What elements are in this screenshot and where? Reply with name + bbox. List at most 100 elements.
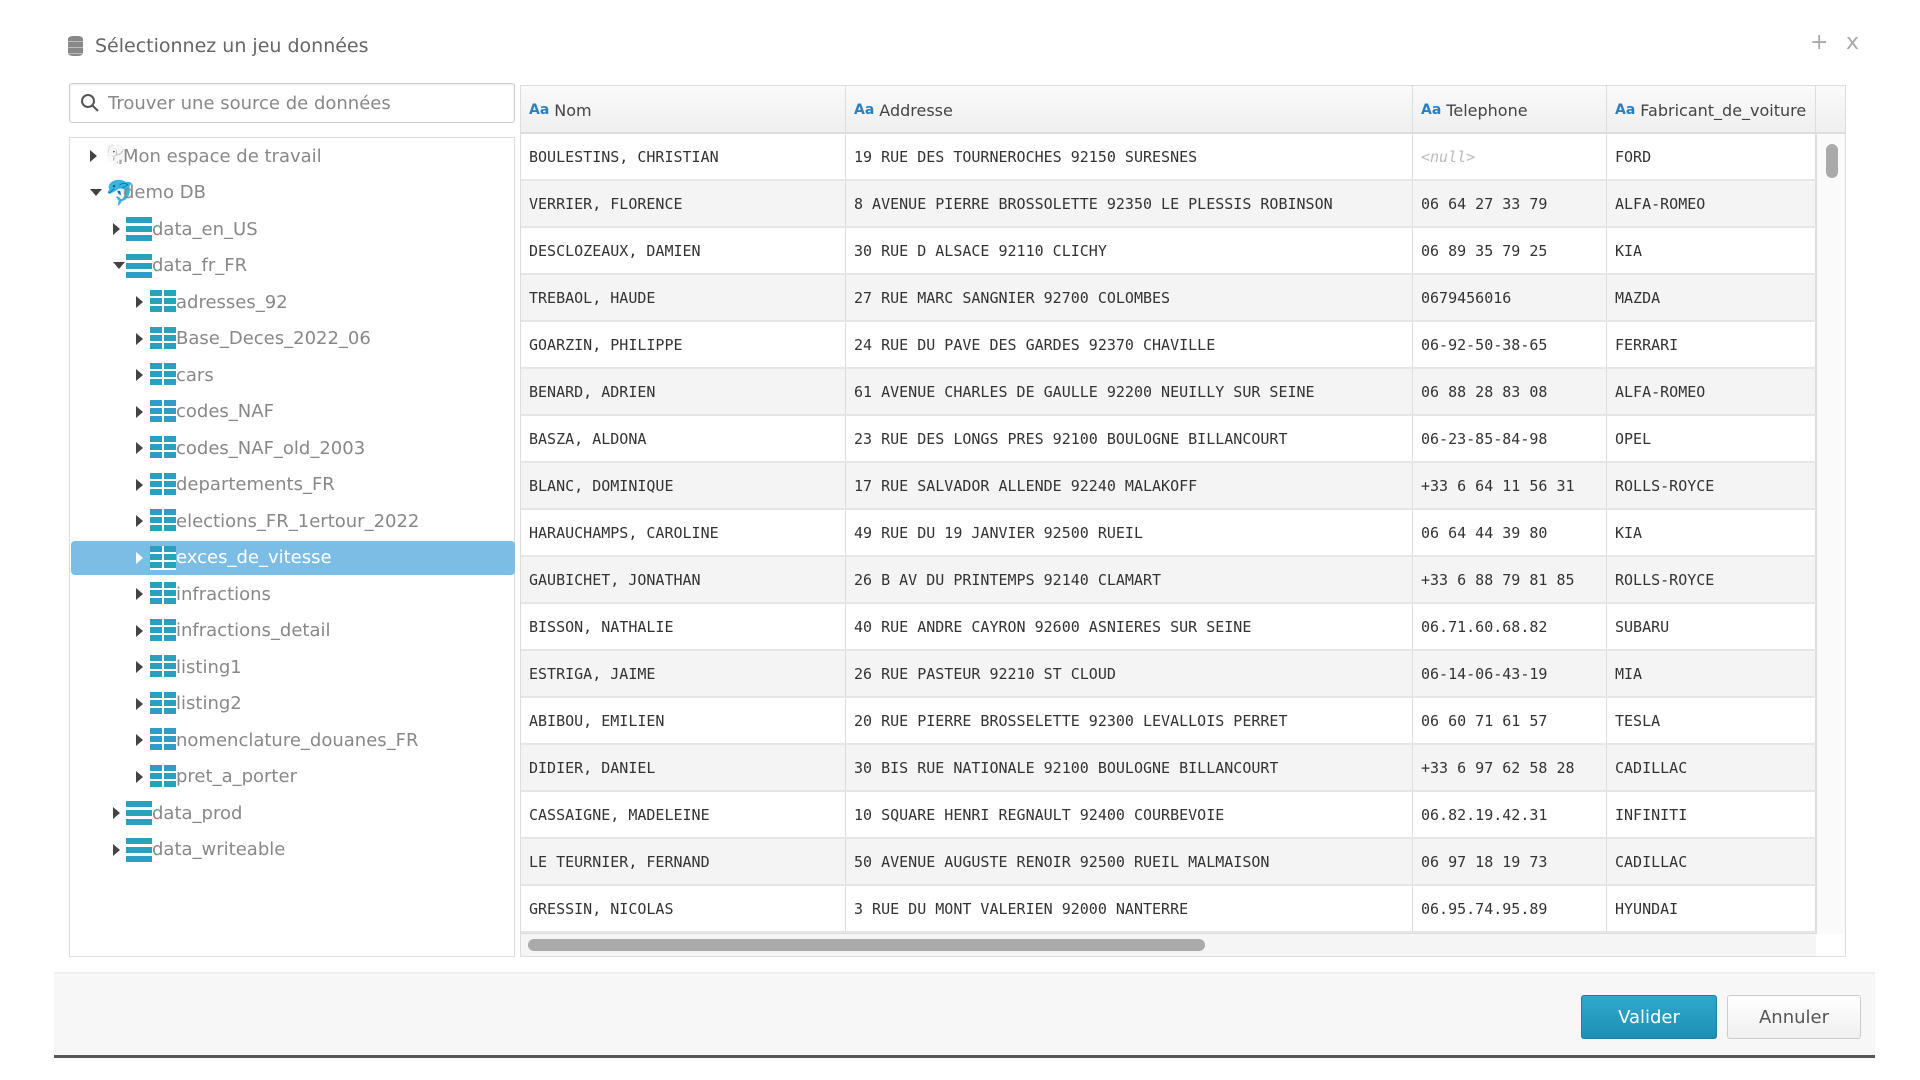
table-row[interactable]: BOULESTINS, CHRISTIAN 19 RUE DES TOURNERO…: [521, 134, 1816, 181]
tree-item-listing2[interactable]: listing2: [71, 687, 515, 721]
tree-item-data-en-us[interactable]: data_en_US: [71, 212, 515, 246]
table-row[interactable]: DIDIER, DANIEL 30 BIS RUE NATIONALE 92100…: [521, 745, 1816, 792]
caret-down-icon[interactable]: [113, 262, 125, 269]
tree-item-adresses-92[interactable]: adresses_92: [71, 285, 515, 319]
table-cell[interactable]: KIA: [1607, 228, 1816, 273]
tree-item-data-prod[interactable]: data_prod: [71, 796, 515, 830]
table-row[interactable]: LE TEURNIER, FERNAND 50 AVENUE AUGUSTE RE…: [521, 839, 1816, 886]
table-cell[interactable]: ESTRIGA, JAIME: [521, 651, 846, 696]
tree-item-base-deces-2022-06[interactable]: Base_Deces_2022_06: [71, 322, 515, 356]
table-cell[interactable]: GOARZIN, PHILIPPE: [521, 322, 846, 367]
table-row[interactable]: HARAUCHAMPS, CAROLINE 49 RUE DU 19 JANVIE…: [521, 510, 1816, 557]
caret-right-icon[interactable]: [136, 369, 143, 381]
table-cell[interactable]: 30 BIS RUE NATIONALE 92100 BOULOGNE BILL…: [846, 745, 1413, 790]
caret-right-icon[interactable]: [136, 551, 143, 564]
table-cell[interactable]: CADILLAC: [1607, 745, 1816, 790]
caret-right-icon[interactable]: [136, 405, 143, 418]
table-cell[interactable]: FERRARI: [1607, 322, 1816, 367]
table-cell[interactable]: ABIBOU, EMILIEN: [521, 698, 846, 743]
table-cell[interactable]: ALFA-ROMEO: [1607, 369, 1816, 414]
column-header-fabricant_de_voiture[interactable]: Aa Fabricant_de_voiture: [1607, 86, 1816, 134]
table-cell[interactable]: 06-92-50-38-65: [1413, 322, 1607, 367]
table-cell[interactable]: MAZDA: [1607, 275, 1816, 320]
table-row[interactable]: TREBAOL, HAUDE 27 RUE MARC SANGNIER 92700…: [521, 275, 1816, 322]
table-cell[interactable]: 26 RUE PASTEUR 92210 ST CLOUD: [846, 651, 1413, 696]
table-row[interactable]: BASZA, ALDONA 23 RUE DES LONGS PRES 92100…: [521, 416, 1816, 463]
tree-item-data-writeable[interactable]: data_writeable: [71, 833, 515, 867]
table-cell[interactable]: BOULESTINS, CHRISTIAN: [521, 134, 846, 179]
table-cell[interactable]: 06 89 35 79 25: [1413, 228, 1607, 273]
table-cell[interactable]: FORD: [1607, 134, 1816, 179]
table-cell[interactable]: ROLLS-ROYCE: [1607, 557, 1816, 602]
table-cell[interactable]: 06 88 28 83 08: [1413, 369, 1607, 414]
tree-item-nomenclature-douanes-fr[interactable]: nomenclature_douanes_FR: [71, 723, 515, 757]
table-cell[interactable]: BENARD, ADRIEN: [521, 369, 846, 414]
table-row[interactable]: BLANC, DOMINIQUE 17 RUE SALVADOR ALLENDE …: [521, 463, 1816, 510]
table-cell[interactable]: 26 B AV DU PRINTEMPS 92140 CLAMART: [846, 557, 1413, 602]
table-cell[interactable]: 06.82.19.42.31: [1413, 792, 1607, 837]
caret-right-icon[interactable]: [136, 661, 143, 673]
tree-item-elections-fr-1ertour-2022[interactable]: elections_FR_1ertour_2022: [71, 504, 515, 538]
table-cell[interactable]: BASZA, ALDONA: [521, 416, 846, 461]
search-input[interactable]: [108, 92, 488, 114]
caret-right-icon[interactable]: [136, 296, 143, 308]
vertical-scroll-thumb[interactable]: [1826, 144, 1838, 178]
cancel-button[interactable]: Annuler: [1727, 995, 1861, 1039]
column-header-telephone[interactable]: Aa Telephone: [1413, 86, 1607, 134]
tree-item-exces-de-vitesse[interactable]: exces_de_vitesse: [71, 540, 515, 575]
table-cell[interactable]: GRESSIN, NICOLAS: [521, 886, 846, 931]
caret-right-icon[interactable]: [136, 478, 143, 491]
table-cell[interactable]: 20 RUE PIERRE BROSSELETTE 92300 LEVALLOI…: [846, 698, 1413, 743]
table-cell[interactable]: 06 97 18 19 73: [1413, 839, 1607, 884]
tree-item-mon-espace-de-travail[interactable]: 🐘 Mon espace de travail: [71, 139, 515, 173]
table-row[interactable]: GRESSIN, NICOLAS 3 RUE DU MONT VALERIEN 9…: [521, 886, 1816, 933]
table-row[interactable]: BISSON, NATHALIE 40 RUE ANDRE CAYRON 9260…: [521, 604, 1816, 651]
validate-button[interactable]: Valider: [1581, 995, 1717, 1039]
table-cell[interactable]: BLANC, DOMINIQUE: [521, 463, 846, 508]
table-cell[interactable]: 10 SQUARE HENRI REGNAULT 92400 COURBEVOI…: [846, 792, 1413, 837]
table-cell[interactable]: DESCLOZEAUX, DAMIEN: [521, 228, 846, 273]
table-cell[interactable]: CASSAIGNE, MADELEINE: [521, 792, 846, 837]
column-header-addresse[interactable]: Aa Addresse: [846, 86, 1413, 134]
table-cell[interactable]: DIDIER, DANIEL: [521, 745, 846, 790]
table-row[interactable]: CASSAIGNE, MADELEINE 10 SQUARE HENRI REGN…: [521, 792, 1816, 839]
horizontal-scroll-thumb[interactable]: [528, 939, 1205, 951]
vertical-scrollbar[interactable]: [1816, 134, 1845, 934]
tree-item-infractions[interactable]: infractions: [71, 577, 515, 611]
tree-item-data-fr-fr[interactable]: data_fr_FR: [71, 249, 515, 283]
table-row[interactable]: ESTRIGA, JAIME 26 RUE PASTEUR 92210 ST CL…: [521, 651, 1816, 698]
caret-right-icon[interactable]: [136, 697, 143, 710]
caret-right-icon[interactable]: [113, 843, 120, 856]
caret-right-icon[interactable]: [136, 515, 143, 527]
table-cell[interactable]: 06-14-06-43-19: [1413, 651, 1607, 696]
table-cell[interactable]: 06 60 71 61 57: [1413, 698, 1607, 743]
table-cell[interactable]: 06.95.74.95.89: [1413, 886, 1607, 931]
tree-item-codes-naf[interactable]: codes_NAF: [71, 395, 515, 429]
close-button[interactable]: x: [1846, 30, 1859, 55]
table-cell[interactable]: OPEL: [1607, 416, 1816, 461]
caret-right-icon[interactable]: [136, 332, 143, 345]
table-cell[interactable]: INFINITI: [1607, 792, 1816, 837]
horizontal-scrollbar[interactable]: [521, 933, 1816, 956]
table-cell[interactable]: 8 AVENUE PIERRE BROSSOLETTE 92350 LE PLE…: [846, 181, 1413, 226]
tree-item-listing1[interactable]: listing1: [71, 650, 515, 684]
table-cell[interactable]: HYUNDAI: [1607, 886, 1816, 931]
caret-right-icon[interactable]: [136, 624, 143, 637]
table-cell[interactable]: +33 6 88 79 81 85: [1413, 557, 1607, 602]
table-cell[interactable]: 61 AVENUE CHARLES DE GAULLE 92200 NEUILL…: [846, 369, 1413, 414]
caret-right-icon[interactable]: [136, 770, 143, 783]
table-cell[interactable]: 06 64 44 39 80: [1413, 510, 1607, 555]
table-cell[interactable]: BISSON, NATHALIE: [521, 604, 846, 649]
table-row[interactable]: GOARZIN, PHILIPPE 24 RUE DU PAVE DES GARD…: [521, 322, 1816, 369]
table-cell[interactable]: 19 RUE DES TOURNEROCHES 92150 SURESNES: [846, 134, 1413, 179]
caret-right-icon[interactable]: [90, 150, 97, 162]
caret-right-icon[interactable]: [113, 223, 120, 235]
table-cell[interactable]: 50 AVENUE AUGUSTE RENOIR 92500 RUEIL MAL…: [846, 839, 1413, 884]
table-cell[interactable]: HARAUCHAMPS, CAROLINE: [521, 510, 846, 555]
caret-right-icon[interactable]: [113, 807, 120, 819]
tree-item-demo-db[interactable]: 🐬 demo DB: [71, 176, 515, 210]
table-cell[interactable]: TREBAOL, HAUDE: [521, 275, 846, 320]
tree-item-infractions-detail[interactable]: infractions_detail: [71, 614, 515, 648]
table-row[interactable]: GAUBICHET, JONATHAN 26 B AV DU PRINTEMPS …: [521, 557, 1816, 604]
table-cell[interactable]: 0679456016: [1413, 275, 1607, 320]
